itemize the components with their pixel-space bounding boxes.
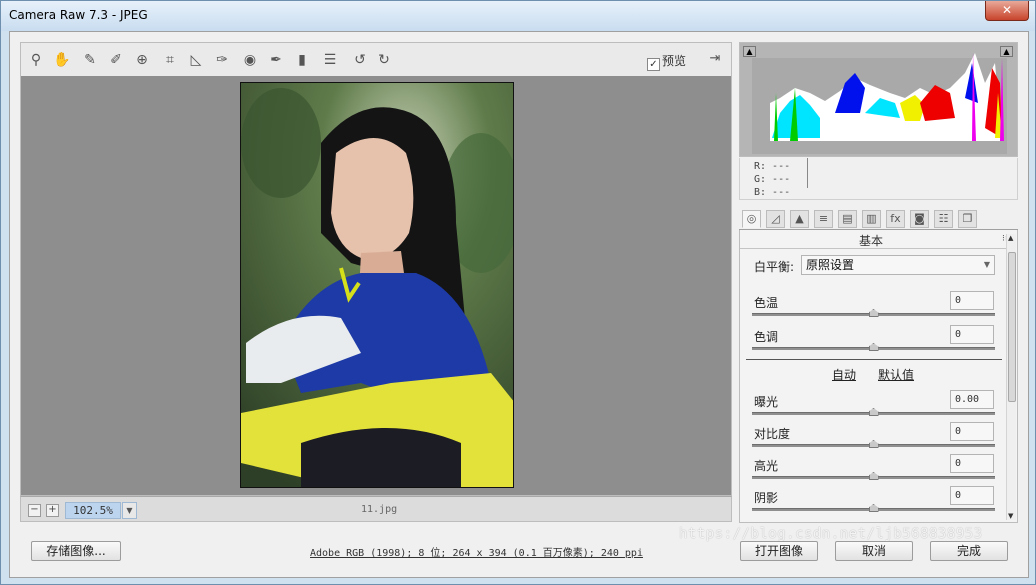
zoom-in-button[interactable]: + xyxy=(46,504,59,517)
slider-thumb[interactable] xyxy=(868,472,879,480)
tab-lens-corrections-icon[interactable]: ▥ xyxy=(862,210,881,228)
slider-value-field[interactable]: 0 xyxy=(950,486,994,505)
white-balance-value: 原照设置 xyxy=(806,258,855,272)
highlight-clipping-toggle-icon[interactable]: ▲ xyxy=(1000,46,1013,57)
window-title: Camera Raw 7.3 - JPEG xyxy=(9,8,148,22)
zoom-tool-icon[interactable]: ⚲ xyxy=(27,51,45,69)
preview-check-box[interactable]: ✓ xyxy=(647,58,660,71)
watermark-text: https://blog.csdn.net/ljb568838953 xyxy=(679,526,983,542)
preview-photo-art xyxy=(241,83,513,487)
crop-tool-icon[interactable]: ⌗ xyxy=(161,51,179,69)
tab-snapshots-icon[interactable]: ❐ xyxy=(958,210,977,228)
camera-raw-window: Camera Raw 7.3 - JPEG ✓预览 ⇥ ⚲ ✋ ✎ ✐ ⊕ ⌗ ◺ ✑ ◉ ✒ ▮ ☰… xyxy=(0,0,1036,585)
white-balance-select[interactable]: 原照设置 ▼ xyxy=(801,255,995,275)
cancel-button[interactable]: 取消 xyxy=(835,541,913,561)
slider-thumb[interactable] xyxy=(868,504,879,512)
white-balance-tool-icon[interactable]: ✎ xyxy=(81,51,99,69)
slider-track[interactable] xyxy=(752,504,995,512)
scroll-down-icon[interactable]: ▼ xyxy=(1008,512,1013,520)
zoom-level-field[interactable]: 102.5% xyxy=(65,502,121,519)
white-balance-label: 白平衡: xyxy=(754,260,795,274)
readout-r: R: --- xyxy=(754,161,791,172)
slider-value-field[interactable]: 0 xyxy=(950,454,994,473)
straighten-tool-icon[interactable]: ◺ xyxy=(187,51,205,69)
rotate-ccw-icon[interactable]: ↺ xyxy=(351,51,369,69)
histogram: ▲ ▲ xyxy=(740,43,1017,156)
red-eye-removal-icon[interactable]: ◉ xyxy=(241,51,259,69)
tool-bar: ✓ 预览 ⇥ ⚲ ✋ ✎ ✐ ⊕ ⌗ ◺ ✑ ◉ ✒ ▮ ☰ ↺ ↻ xyxy=(20,42,732,76)
preview-status-bar: − + 102.5% ▼ 11.jpg xyxy=(20,496,732,522)
slider-track[interactable] xyxy=(752,440,995,448)
target-adjustment-tool-icon[interactable]: ⊕ xyxy=(133,51,151,69)
zoom-dropdown-icon[interactable]: ▼ xyxy=(122,502,137,519)
fullscreen-toggle-icon[interactable]: ⇥ xyxy=(705,51,725,69)
slider-value-field[interactable]: 0 xyxy=(950,291,994,310)
tab-split-toning-icon[interactable]: ▤ xyxy=(838,210,857,228)
readout-separator xyxy=(807,158,808,188)
zoom-out-button[interactable]: − xyxy=(28,504,41,517)
preview-canvas[interactable] xyxy=(20,76,732,496)
graduated-filter-icon[interactable]: ▮ xyxy=(293,51,311,69)
slider-label: 阴影 xyxy=(754,491,779,505)
chevron-down-icon: ▼ xyxy=(983,260,990,269)
readout-g: G: --- xyxy=(754,174,791,185)
tab-camera-calibration-icon[interactable]: ◙ xyxy=(910,210,929,228)
slider-thumb[interactable] xyxy=(868,343,879,351)
workflow-options-link[interactable]: Adobe RGB (1998); 8 位; 264 x 394 (0.1 百万… xyxy=(310,544,643,559)
tab-presets-icon[interactable]: ☷ xyxy=(934,210,953,228)
window-close-button[interactable] xyxy=(985,1,1029,21)
slider-value-field[interactable]: 0.00 xyxy=(950,390,994,409)
histogram-panel: ▲ ▲ xyxy=(739,42,1018,157)
preview-label: 预览 xyxy=(662,54,687,68)
section-divider xyxy=(746,359,1002,360)
hand-tool-icon[interactable]: ✋ xyxy=(53,51,71,69)
done-button[interactable]: 完成 xyxy=(930,541,1008,561)
tab-basic-icon[interactable]: ◎ xyxy=(742,210,761,228)
slider-label: 色温 xyxy=(754,296,779,310)
file-name: 11.jpg xyxy=(361,504,398,515)
panel-title: 基本 xyxy=(858,234,883,248)
preferences-icon[interactable]: ☰ xyxy=(321,51,339,69)
scrollbar-thumb[interactable] xyxy=(1008,252,1016,402)
slider-thumb[interactable] xyxy=(868,408,879,416)
adjustment-brush-icon[interactable]: ✒ xyxy=(267,51,285,69)
slider-label: 对比度 xyxy=(754,427,791,441)
tab-detail-icon[interactable]: ▲ xyxy=(790,210,809,228)
slider-label: 高光 xyxy=(754,459,779,473)
title-bar: Camera Raw 7.3 - JPEG xyxy=(1,1,1035,31)
slider-value-field[interactable]: 0 xyxy=(950,325,994,344)
tab-hsl-icon[interactable]: ≡ xyxy=(814,210,833,228)
rotate-cw-icon[interactable]: ↻ xyxy=(375,51,393,69)
tab-tone-curve-icon[interactable]: ◿ xyxy=(766,210,785,228)
color-sampler-tool-icon[interactable]: ✐ xyxy=(107,51,125,69)
panel-scrollbar[interactable]: ▲ ▼ xyxy=(1006,234,1016,520)
readout-b: B: --- xyxy=(754,187,791,198)
slider-track[interactable] xyxy=(752,472,995,480)
slider-track[interactable] xyxy=(752,408,995,416)
save-image-button[interactable]: 存储图像... xyxy=(31,541,121,561)
panel-title-rule xyxy=(740,248,1008,249)
histogram-graph xyxy=(740,43,1017,156)
auto-button[interactable]: 自动 xyxy=(832,366,856,383)
preview-image xyxy=(240,82,514,488)
slider-track[interactable] xyxy=(752,343,995,351)
shadow-clipping-toggle-icon[interactable]: ▲ xyxy=(743,46,756,57)
slider-track[interactable] xyxy=(752,309,995,317)
scroll-up-icon[interactable]: ▲ xyxy=(1008,234,1013,242)
slider-thumb[interactable] xyxy=(868,440,879,448)
rgb-readout: R: --- G: --- B: --- xyxy=(739,158,1018,200)
slider-thumb[interactable] xyxy=(868,309,879,317)
default-button[interactable]: 默认值 xyxy=(878,366,914,383)
basic-panel: 基本 ⁝≡ 白平衡: 原照设置 ▼ 自动 默认值 ▲ ▼ 色温0色调0曝光0.0… xyxy=(739,230,1018,523)
adjustment-tabs: ◎ ◿ ▲ ≡ ▤ ▥ fx ◙ ☷ ❐ xyxy=(739,208,1018,230)
dialog-client-area: ✓ 预览 ⇥ ⚲ ✋ ✎ ✐ ⊕ ⌗ ◺ ✑ ◉ ✒ ▮ ☰ ↺ ↻ − + 1… xyxy=(9,31,1029,578)
tab-effects-icon[interactable]: fx xyxy=(886,210,905,228)
open-image-button[interactable]: 打开图像 xyxy=(740,541,818,561)
slider-label: 色调 xyxy=(754,330,779,344)
slider-value-field[interactable]: 0 xyxy=(950,422,994,441)
spot-removal-tool-icon[interactable]: ✑ xyxy=(213,51,231,69)
preview-checkbox[interactable]: ✓ 预览 xyxy=(647,52,686,71)
slider-label: 曝光 xyxy=(754,395,779,409)
